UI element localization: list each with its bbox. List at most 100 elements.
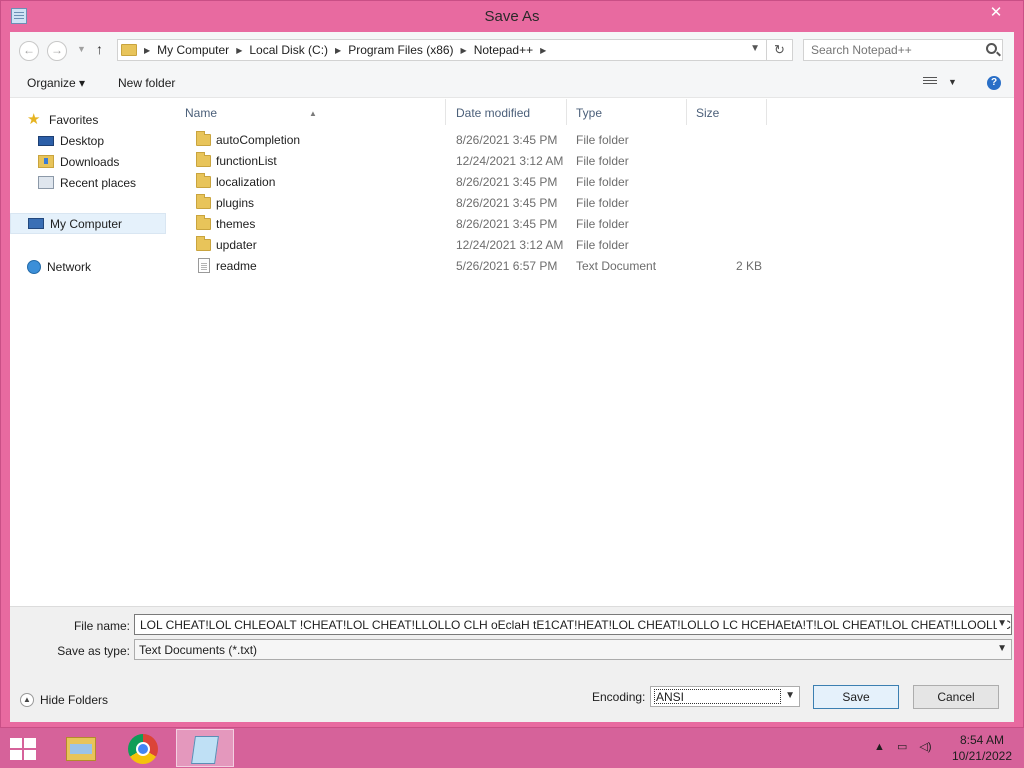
column-label: Name — [185, 106, 218, 120]
file-row-updater[interactable]: updater 12/24/2021 3:12 AM File folder — [176, 235, 776, 256]
file-name: plugins — [216, 196, 255, 210]
file-row-readme[interactable]: readme 5/26/2021 6:57 PM Text Document 2… — [176, 256, 776, 277]
help-icon[interactable]: ? — [987, 76, 1001, 90]
sidebar-item-desktop[interactable]: Desktop — [38, 130, 194, 151]
breadcrumb-chevron-icon[interactable]: ▶ — [461, 46, 467, 55]
save-button[interactable]: Save — [813, 685, 899, 709]
file-type: File folder — [576, 154, 629, 168]
sidebar-item-network[interactable]: Network — [27, 256, 183, 277]
close-button[interactable]: ✕ — [979, 3, 1013, 25]
breadcrumb-chevron-icon[interactable]: ▶ — [335, 46, 341, 55]
hide-folders-button[interactable]: ▲ Hide Folders — [20, 693, 108, 707]
text-document-icon — [198, 258, 210, 273]
command-toolbar: Organize ▾ New folder ▼ ? — [10, 68, 1014, 98]
file-row-localization[interactable]: localization 8/26/2021 3:45 PM File fold… — [176, 172, 776, 193]
column-header-size[interactable]: Size — [687, 99, 767, 125]
file-name-input[interactable]: LOL CHEAT!LOL CHLEOALT !CHEAT!LOL CHEAT!… — [134, 614, 1012, 635]
folder-icon — [196, 131, 211, 146]
folder-icon — [196, 173, 211, 188]
save-as-type-select[interactable]: Text Documents (*.txt) ▼ — [134, 639, 1012, 660]
breadcrumb-my-computer[interactable]: My Computer — [157, 43, 229, 57]
cancel-button[interactable]: Cancel — [913, 685, 999, 709]
windows-start-icon[interactable] — [10, 738, 38, 760]
file-date-modified: 12/24/2021 3:12 AM — [456, 154, 564, 168]
breadcrumb-chevron-icon[interactable]: ▶ — [144, 46, 150, 55]
file-date-modified: 5/26/2021 6:57 PM — [456, 259, 558, 273]
sidebar-item-recent-places[interactable]: Recent places — [38, 172, 194, 193]
sidebar-item-my-computer[interactable]: My Computer — [10, 213, 166, 234]
breadcrumb-chevron-icon[interactable]: ▶ — [540, 46, 546, 55]
new-folder-button[interactable]: New folder — [118, 76, 175, 90]
forward-button[interactable]: → — [47, 41, 67, 61]
sidebar-item-label: Favorites — [49, 112, 99, 127]
breadcrumb-chevron-icon[interactable]: ▶ — [236, 46, 242, 55]
folder-icon — [196, 236, 211, 251]
save-options-panel: File name: LOL CHEAT!LOL CHLEOALT !CHEAT… — [10, 606, 1014, 722]
folder-icon — [196, 215, 211, 230]
address-bar[interactable]: ▶ My Computer ▶ Local Disk (C:) ▶ Progra… — [117, 39, 767, 61]
navigation-pane: ★ Favorites Desktop Downloads Recent pla… — [10, 99, 170, 606]
file-list: Name ▲ Date modified Type Size autoCompl… — [176, 99, 1014, 606]
back-button[interactable]: ← — [19, 41, 39, 61]
encoding-dropdown-icon[interactable]: ▼ — [785, 690, 795, 701]
change-view-icon[interactable] — [923, 77, 937, 88]
encoding-select[interactable]: ANSI ▼ — [650, 686, 800, 707]
sidebar-item-favorites[interactable]: ★ Favorites — [27, 109, 183, 130]
desktop-icon — [38, 135, 54, 146]
file-date-modified: 12/24/2021 3:12 AM — [456, 238, 564, 252]
save-as-type-dropdown-icon[interactable]: ▼ — [997, 643, 1007, 654]
up-button[interactable]: ↑ — [96, 41, 103, 57]
column-header-type[interactable]: Type — [567, 99, 687, 125]
file-name-dropdown-icon[interactable]: ▼ — [997, 618, 1007, 629]
file-row-themes[interactable]: themes 8/26/2021 3:45 PM File folder — [176, 214, 776, 235]
search-icon[interactable] — [986, 43, 997, 54]
show-hidden-icons-icon[interactable]: ▲ — [874, 741, 885, 753]
navigation-bar: ← → ▼ ↑ ▶ My Computer ▶ Local Disk (C:) … — [10, 32, 1014, 68]
clock[interactable]: 8:54 AM 10/21/2022 — [952, 732, 1012, 764]
save-as-type-label: Save as type: — [57, 644, 130, 658]
file-type: Text Document — [576, 259, 657, 273]
sidebar-item-label: Desktop — [60, 133, 105, 148]
breadcrumb-notepad-plus-plus[interactable]: Notepad++ — [474, 43, 533, 57]
taskbar-chrome[interactable] — [114, 729, 172, 767]
refresh-button[interactable]: ↻ — [767, 39, 793, 61]
search-input[interactable] — [804, 40, 974, 60]
taskbar-file-explorer[interactable] — [52, 729, 110, 767]
organize-button[interactable]: Organize ▾ — [27, 76, 85, 90]
computer-icon — [28, 218, 44, 229]
column-header-name[interactable]: Name ▲ — [176, 99, 446, 125]
clock-date: 10/21/2022 — [951, 749, 1012, 763]
file-type: File folder — [576, 238, 629, 252]
downloads-icon — [38, 155, 54, 168]
recent-locations-dropdown-icon[interactable]: ▼ — [77, 44, 86, 54]
title-bar[interactable]: Save As ✕ — [1, 1, 1023, 32]
file-explorer-icon — [66, 737, 96, 761]
dialog-client-area: ← → ▼ ↑ ▶ My Computer ▶ Local Disk (C:) … — [10, 32, 1014, 722]
save-as-dialog: Save As ✕ ← → ▼ ↑ ▶ My Computer ▶ Local … — [0, 0, 1024, 728]
save-as-type-value: Text Documents (*.txt) — [139, 643, 258, 657]
search-box[interactable] — [803, 39, 1003, 61]
file-row-plugins[interactable]: plugins 8/26/2021 3:45 PM File folder — [176, 193, 776, 214]
system-tray: ▲ ▭ ◁) — [874, 740, 941, 753]
breadcrumb-local-disk[interactable]: Local Disk (C:) — [249, 43, 328, 57]
volume-icon[interactable]: ◁) — [919, 741, 931, 753]
file-type: File folder — [576, 196, 629, 210]
sort-ascending-icon: ▲ — [309, 109, 317, 118]
file-type: File folder — [576, 175, 629, 189]
file-type: File folder — [576, 133, 629, 147]
address-dropdown-icon[interactable]: ▼ — [750, 43, 760, 54]
file-date-modified: 8/26/2021 3:45 PM — [456, 196, 558, 210]
notepad-icon — [191, 736, 219, 764]
file-row-functionlist[interactable]: functionList 12/24/2021 3:12 AM File fol… — [176, 151, 776, 172]
view-options-dropdown-icon[interactable]: ▼ — [948, 77, 957, 87]
folder-icon — [196, 194, 211, 209]
column-header-date-modified[interactable]: Date modified — [447, 99, 567, 125]
folder-icon — [196, 152, 211, 167]
breadcrumb-program-files[interactable]: Program Files (x86) — [348, 43, 453, 57]
taskbar-notepad[interactable] — [176, 729, 234, 767]
file-name: readme — [216, 259, 257, 273]
sidebar-item-downloads[interactable]: Downloads — [38, 151, 194, 172]
file-row-autocompletion[interactable]: autoCompletion 8/26/2021 3:45 PM File fo… — [176, 130, 776, 151]
network-status-icon[interactable]: ▭ — [897, 741, 907, 753]
file-date-modified: 8/26/2021 3:45 PM — [456, 217, 558, 231]
